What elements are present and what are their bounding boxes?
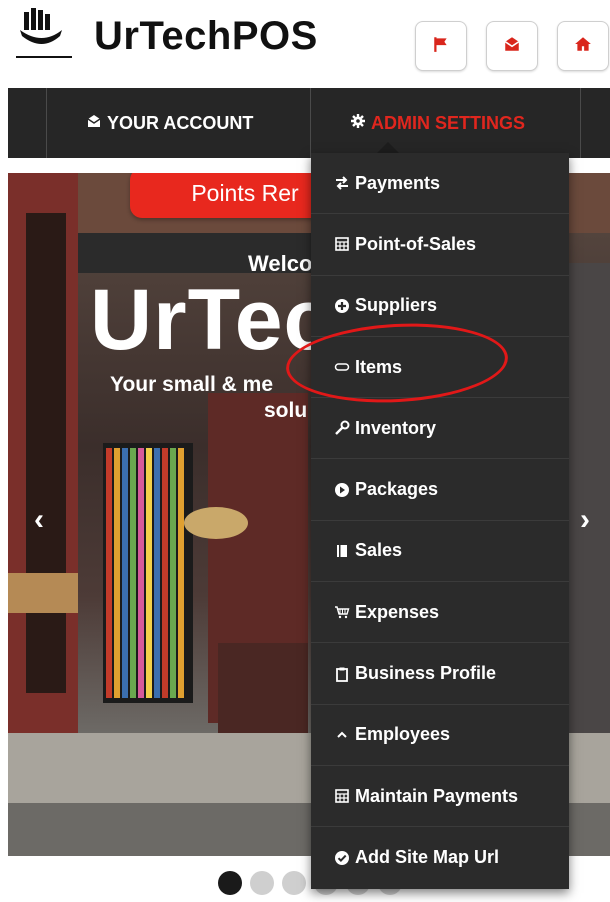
menu-item-label: Sales xyxy=(355,540,403,561)
calculator-icon xyxy=(331,236,353,252)
messages-button[interactable] xyxy=(486,21,538,71)
menu-item-label: Point-of-Sales xyxy=(355,233,477,254)
carousel-prev-arrow[interactable]: ‹ xyxy=(34,503,44,537)
carousel-next-arrow[interactable]: › xyxy=(580,503,590,537)
brand-name: UrTechPOS xyxy=(94,14,318,58)
gear-icon xyxy=(350,113,371,134)
hero-subtitle-line2: solu xyxy=(264,399,308,422)
calculator-icon xyxy=(331,788,353,804)
nav-your-account[interactable]: YOUR ACCOUNT xyxy=(86,88,253,158)
hero-subtitle-line1: Your small & me xyxy=(110,373,273,396)
home-button[interactable] xyxy=(557,21,609,71)
carousel-dot[interactable] xyxy=(282,871,306,895)
admin-settings-dropdown: Payments Point-of-Sales Suppliers Items … xyxy=(311,153,569,889)
menu-item-employees[interactable]: Employees xyxy=(311,704,569,766)
menu-item-expenses[interactable]: Expenses xyxy=(311,582,569,644)
carousel-dot[interactable] xyxy=(250,871,274,895)
carousel-dot[interactable] xyxy=(218,871,242,895)
nav-divider xyxy=(46,88,47,158)
points-banner-label: Points Rer xyxy=(191,179,299,206)
envelope-icon xyxy=(86,113,107,134)
check-circle-icon xyxy=(331,850,353,866)
flag-button[interactable] xyxy=(415,21,467,71)
menu-item-label: Add Site Map Url xyxy=(355,847,500,868)
menu-item-payments[interactable]: Payments xyxy=(311,153,569,215)
header: UrTechPOS xyxy=(0,0,610,88)
menu-item-label: Business Profile xyxy=(355,663,497,684)
menu-item-inventory[interactable]: Inventory xyxy=(311,398,569,460)
menu-item-add-site-map-url[interactable]: Add Site Map Url xyxy=(311,827,569,889)
menu-item-label: Suppliers xyxy=(355,295,438,316)
flag-icon xyxy=(432,35,450,58)
nav-divider xyxy=(310,88,311,158)
menu-item-label: Maintain Payments xyxy=(355,785,519,806)
menu-item-business-profile[interactable]: Business Profile xyxy=(311,643,569,705)
menu-item-label: Payments xyxy=(355,172,441,193)
clipboard-icon xyxy=(331,666,353,682)
nav-your-account-label: YOUR ACCOUNT xyxy=(107,112,254,133)
menu-item-label: Inventory xyxy=(355,417,437,438)
menu-item-sales[interactable]: Sales xyxy=(311,520,569,583)
menu-item-point-of-sales[interactable]: Point-of-Sales xyxy=(311,214,569,276)
nav-divider xyxy=(580,88,581,158)
wrench-icon xyxy=(331,420,353,436)
book-icon xyxy=(331,543,353,559)
brand-logo[interactable] xyxy=(10,6,80,64)
cart-icon xyxy=(331,604,353,620)
nav-admin-settings-label: ADMIN SETTINGS xyxy=(371,112,526,133)
menu-item-maintain-payments[interactable]: Maintain Payments xyxy=(311,765,569,828)
home-icon xyxy=(574,35,592,58)
menu-item-packages[interactable]: Packages xyxy=(311,459,569,521)
envelope-icon xyxy=(503,35,521,58)
exchange-icon xyxy=(331,175,353,191)
plus-circle-icon xyxy=(331,298,353,314)
main-navbar: YOUR ACCOUNT ADMIN SETTINGS xyxy=(8,88,610,158)
menu-item-label: Expenses xyxy=(355,601,440,622)
chevron-up-icon xyxy=(331,727,353,743)
play-circle-icon xyxy=(331,482,353,498)
menu-item-label: Packages xyxy=(355,479,439,500)
menu-item-label: Employees xyxy=(355,724,451,745)
